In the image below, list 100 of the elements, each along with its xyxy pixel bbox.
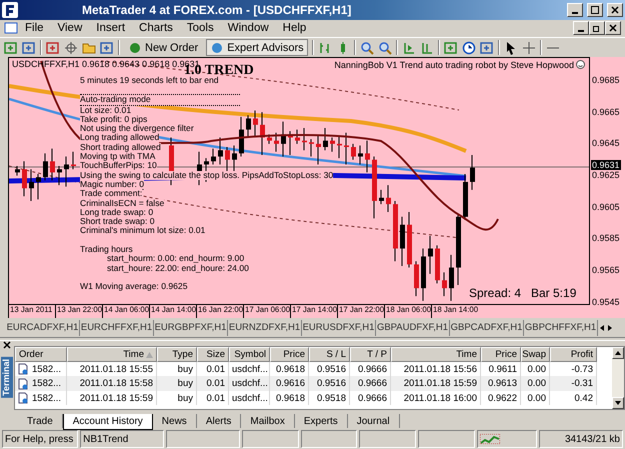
terminal-tab[interactable]: Experts bbox=[294, 414, 348, 428]
table-cell: buy bbox=[157, 362, 197, 376]
candle bbox=[435, 244, 440, 284]
clock-icon[interactable] bbox=[462, 40, 476, 55]
document-icon bbox=[18, 392, 28, 404]
menu-item[interactable]: Insert bbox=[89, 22, 132, 34]
chart-tab[interactable]: EURUSDFXF,H1 bbox=[302, 320, 376, 336]
table-cell: 2011.01.18 15:56 bbox=[391, 362, 481, 376]
candle bbox=[29, 168, 34, 202]
table-cell: -0.73 bbox=[550, 362, 597, 376]
chart-tab[interactable]: GBPCADFXF,H1 bbox=[450, 320, 524, 336]
minimize-button[interactable] bbox=[573, 21, 589, 36]
maximize-button[interactable] bbox=[587, 2, 603, 17]
zoom-out-icon[interactable] bbox=[378, 40, 392, 55]
app-logo-icon bbox=[2, 2, 18, 18]
bar-timer: Bar 5:19 bbox=[531, 286, 576, 300]
restore-icon bbox=[593, 24, 601, 32]
column-header[interactable]: Price bbox=[270, 347, 309, 362]
table-cell: 1582... bbox=[15, 376, 67, 391]
terminal-tab[interactable]: Account History bbox=[62, 414, 153, 430]
crosshair-icon[interactable] bbox=[64, 40, 78, 55]
column-header[interactable]: Symbol bbox=[229, 347, 270, 362]
table-cell: usdchf... bbox=[229, 376, 270, 391]
connection-icon bbox=[480, 434, 500, 444]
menu-item[interactable]: Charts bbox=[132, 22, 180, 34]
candle bbox=[351, 143, 356, 160]
column-header[interactable]: Swap bbox=[521, 347, 550, 362]
scroll-right-icon[interactable] bbox=[606, 324, 614, 332]
candle bbox=[421, 248, 426, 302]
terminal-tab[interactable]: News bbox=[152, 414, 197, 428]
close-button[interactable] bbox=[607, 2, 623, 17]
status-traffic: 34143/21 kb bbox=[539, 430, 623, 448]
menu-item[interactable]: View bbox=[50, 22, 90, 34]
bar-chart-icon[interactable] bbox=[318, 40, 332, 55]
candle bbox=[267, 134, 272, 144]
terminal-tab[interactable]: Mailbox bbox=[241, 414, 295, 428]
column-header[interactable]: Time bbox=[67, 347, 157, 362]
chart-tab[interactable]: EURGBPFXF,H1 bbox=[154, 320, 228, 336]
expert-advisors-button[interactable]: Expert Advisors bbox=[206, 39, 308, 56]
candle bbox=[64, 156, 69, 188]
column-header[interactable]: T / P bbox=[350, 347, 391, 362]
candle bbox=[50, 148, 55, 181]
scroll-down-button[interactable] bbox=[612, 397, 624, 410]
candle bbox=[71, 151, 76, 170]
candle bbox=[407, 212, 412, 268]
column-header[interactable]: Order bbox=[15, 347, 67, 362]
chart-tab[interactable]: GBPCHFFXF,H1 bbox=[524, 320, 598, 336]
menu-item[interactable]: Tools bbox=[180, 22, 221, 34]
folder-icon[interactable] bbox=[82, 40, 96, 55]
table-cell: 2011.01.18 15:59 bbox=[391, 376, 481, 391]
menu-item[interactable]: Window bbox=[220, 22, 276, 34]
menu-item[interactable]: File bbox=[18, 22, 51, 34]
scroll-left-icon[interactable] bbox=[598, 324, 606, 332]
candle bbox=[43, 152, 48, 181]
chart-tab[interactable]: EURNZDFXF,H1 bbox=[228, 320, 302, 336]
chart-tab[interactable]: GBPAUDFXF,H1 bbox=[376, 320, 450, 336]
candle bbox=[253, 110, 258, 138]
scroll-up-button[interactable] bbox=[612, 347, 624, 360]
column-header[interactable]: Time bbox=[391, 347, 481, 362]
candle bbox=[358, 144, 363, 165]
column-header[interactable]: Type bbox=[157, 347, 197, 362]
new-order-button[interactable]: New Order bbox=[124, 39, 202, 56]
status-panel bbox=[242, 430, 299, 448]
restore-button[interactable] bbox=[589, 21, 605, 36]
table-cell: 0.9666 bbox=[350, 362, 391, 376]
table-cell: -0.31 bbox=[550, 376, 597, 391]
document-icon bbox=[18, 363, 28, 376]
candle bbox=[22, 160, 27, 197]
close-icon[interactable] bbox=[3, 341, 11, 350]
candle bbox=[15, 166, 20, 176]
terminal-tab[interactable]: Alerts bbox=[196, 414, 242, 428]
chart-tab[interactable]: EURCHFFXF,H1 bbox=[80, 320, 154, 336]
candle bbox=[211, 148, 216, 165]
document-icon bbox=[18, 378, 28, 390]
candle bbox=[316, 135, 321, 165]
candle bbox=[281, 121, 286, 157]
table-cell: 0.9618 bbox=[270, 362, 309, 376]
chart-shift-icon[interactable] bbox=[420, 40, 434, 55]
column-header[interactable]: Size bbox=[197, 347, 229, 362]
table-cell: 0.9516 bbox=[309, 376, 350, 391]
column-header[interactable]: Profit bbox=[550, 347, 597, 362]
zoom-in-icon[interactable] bbox=[360, 40, 374, 55]
minimize-button[interactable] bbox=[567, 2, 583, 17]
terminal-tab[interactable]: Journal bbox=[348, 414, 400, 428]
crosshair-icon[interactable] bbox=[522, 40, 536, 55]
candle bbox=[260, 112, 265, 156]
status-panel bbox=[359, 430, 416, 448]
up-arrow-icon bbox=[615, 351, 621, 356]
candle bbox=[379, 189, 384, 205]
sort-icon bbox=[146, 352, 153, 358]
column-header[interactable]: Price bbox=[481, 347, 521, 362]
column-header[interactable]: S / L bbox=[309, 347, 350, 362]
table-cell: 2011.01.18 15:55 bbox=[67, 362, 157, 376]
menu-item[interactable]: Help bbox=[276, 22, 314, 34]
candle bbox=[246, 114, 251, 138]
candle bbox=[302, 127, 307, 151]
close-button[interactable] bbox=[605, 21, 621, 36]
auto-scroll-icon[interactable] bbox=[402, 40, 416, 55]
chart-tab[interactable]: EURCADFXF,H1 bbox=[6, 320, 80, 336]
minimize-icon bbox=[572, 12, 578, 14]
